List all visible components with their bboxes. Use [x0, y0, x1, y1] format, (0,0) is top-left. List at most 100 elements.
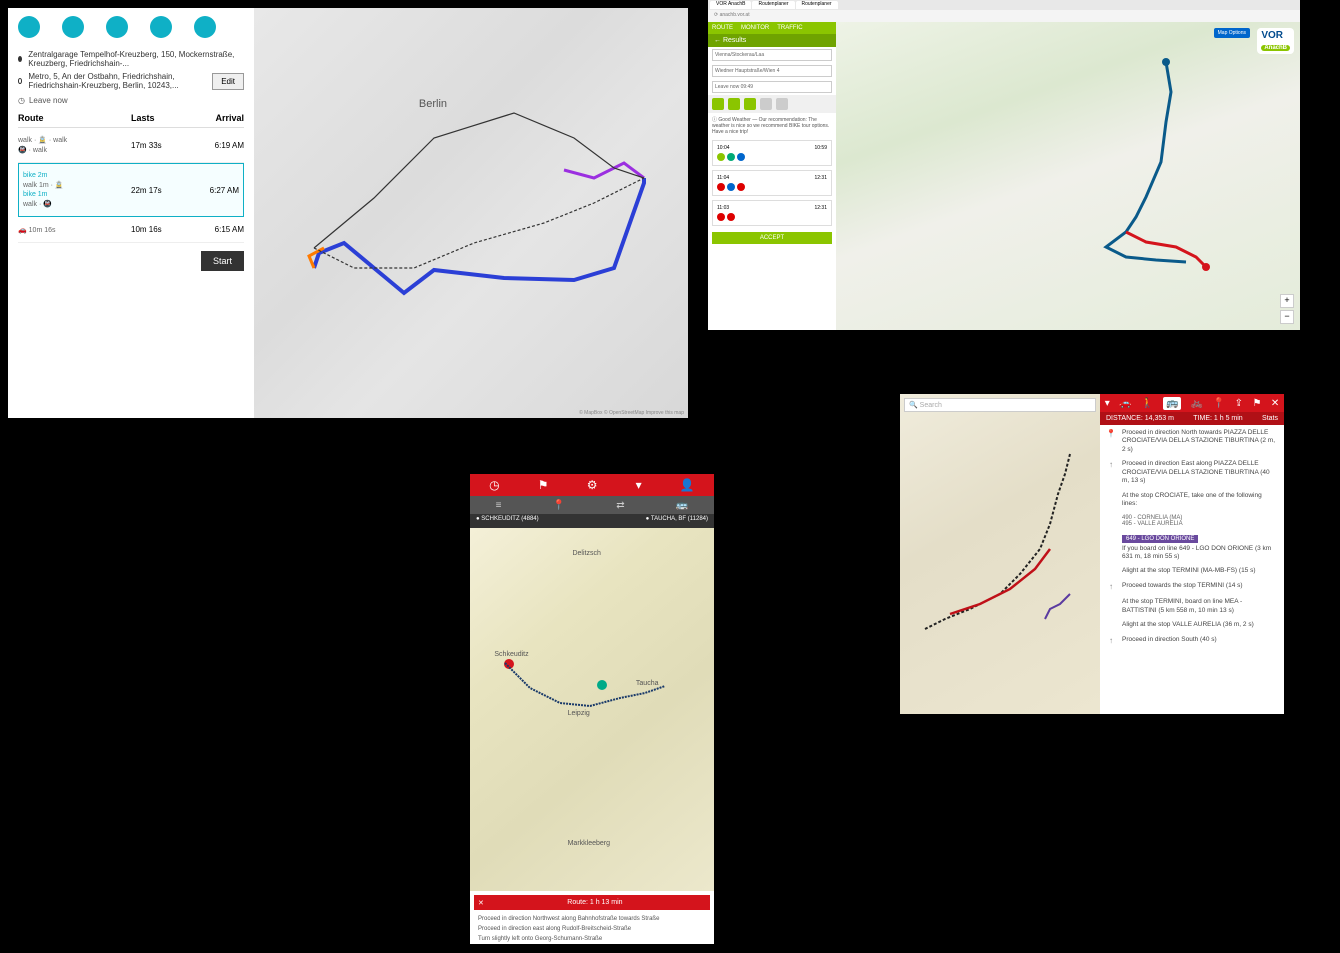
clock-icon[interactable]: ◷: [489, 478, 499, 492]
leave-now[interactable]: ◷ Leave now: [18, 96, 244, 105]
step-5: Alight at the stop TERMINI (MA-MB-FS) (1…: [1106, 567, 1278, 575]
from-label[interactable]: SCHKEUDITZ (4884): [481, 516, 538, 522]
distance-label: DISTANCE: 14,353 m: [1106, 415, 1174, 422]
mode-cloud-icon[interactable]: [62, 16, 84, 38]
user-icon[interactable]: 👤: [680, 478, 695, 492]
flag-icon[interactable]: ⚑: [538, 478, 549, 492]
p3-bottom: ✕Route: 1 h 13 min Proceed in direction …: [470, 891, 714, 944]
dest-row[interactable]: Metro, 5, An der Ostbahn, Friedrichshain…: [18, 72, 244, 90]
from-to-bar: ● SCHKEUDITZ (4884) ● TAUCHA, BF (11284): [470, 514, 714, 528]
route-summary-button[interactable]: ✕Route: 1 h 13 min: [474, 895, 710, 910]
route-option-3[interactable]: 🚗 10m 16s 10m 16s 6:15 AM: [18, 217, 244, 243]
mode-walk-icon[interactable]: [712, 98, 724, 110]
result-1[interactable]: 10:0410:59: [712, 140, 832, 166]
r1-arrival: 6:19 AM: [188, 141, 245, 150]
route-option-1[interactable]: walk · 🚊 · walk🚇 · walk 17m 33s 6:19 AM: [18, 128, 244, 163]
mode-tram-icon[interactable]: [150, 16, 172, 38]
p3-map[interactable]: Delitzsch Schkeuditz Leipzig Taucha Mark…: [470, 528, 714, 891]
browser-tabs: VOR AnachB Routenplaner Routenplaner: [708, 0, 1300, 10]
tab-traffic[interactable]: TRAFFIC: [777, 25, 802, 31]
p3-subbar: ≡ 📍 ⇄ 🚌: [470, 496, 714, 514]
bike-icon[interactable]: 🚲: [1191, 398, 1203, 409]
step-3: At the stop CROCIATE, take one of the fo…: [1106, 492, 1278, 509]
step-3: Turn slightly left onto Georg-Schumann-S…: [470, 934, 714, 944]
chevron-down-icon[interactable]: ▾: [1105, 398, 1110, 409]
arrow-up-icon: ↑: [1106, 582, 1116, 592]
arrow-up-icon: ↑: [1106, 636, 1116, 646]
url-bar[interactable]: ⟳ anachb.vor.at: [708, 10, 1300, 22]
pin-icon[interactable]: 📍: [1213, 398, 1225, 409]
step-1: 📍Proceed in direction North towards PIAZ…: [1106, 429, 1278, 454]
gear-icon[interactable]: ⚙: [587, 478, 598, 492]
p3-route-overlay: [470, 528, 714, 891]
p2-map[interactable]: VORAnachB Map Options + −: [836, 22, 1300, 330]
route-overlay: [254, 8, 688, 418]
walk-icon[interactable]: 🚶: [1141, 398, 1153, 409]
mode-bus-icon[interactable]: [106, 16, 128, 38]
r3-arrival: 6:15 AM: [188, 225, 245, 234]
step-1: Proceed in direction Northwest along Bah…: [470, 914, 714, 924]
stats-link[interactable]: Stats: [1262, 415, 1278, 422]
accept-button[interactable]: ACCEPT: [712, 232, 832, 244]
car-icon[interactable]: 🚗: [1119, 398, 1131, 409]
mode-car-icon[interactable]: [760, 98, 772, 110]
mode-selector: [708, 95, 836, 113]
start-button[interactable]: Start: [201, 251, 244, 271]
directions-list: 📍Proceed in direction North towards PIAZ…: [1100, 425, 1284, 714]
to-input[interactable]: Wiedner Hauptstraße/Wien 4: [712, 65, 832, 77]
step-7: At the stop TERMINI, board on line MEA -…: [1106, 598, 1278, 615]
route-option-2-selected[interactable]: bike 2mwalk 1m · 🚊bike 1mwalk · 🚇 22m 17…: [18, 163, 244, 217]
hdr-route: Route: [18, 113, 131, 123]
mode-pr-icon[interactable]: [776, 98, 788, 110]
r2-duration: 22m 17s: [131, 186, 185, 195]
zoom-in-button[interactable]: +: [1280, 294, 1294, 308]
share-icon[interactable]: ⇪: [1235, 398, 1243, 409]
routes-header: Route Lasts Arrival: [18, 113, 244, 128]
transit-icon-selected[interactable]: 🚌: [1163, 397, 1181, 410]
origin-row[interactable]: Zentralgarage Tempelhof-Kreuzberg, 150, …: [18, 50, 244, 68]
results-header: ← Results: [708, 34, 836, 47]
step-2: Proceed in direction east along Rudolf-B…: [470, 924, 714, 934]
list-icon[interactable]: ≡: [496, 500, 502, 511]
r1-duration: 17m 33s: [131, 141, 188, 150]
mode-camera-icon[interactable]: [194, 16, 216, 38]
browser-tab-1[interactable]: VOR AnachB: [710, 1, 751, 9]
chevron-down-icon[interactable]: ▾: [636, 478, 642, 492]
result-3[interactable]: 11:0312:31: [712, 200, 832, 226]
tab-route[interactable]: ROUTE: [712, 25, 733, 31]
pin-icon[interactable]: 📍: [553, 500, 565, 511]
flag-icon[interactable]: ⚑: [1252, 398, 1261, 409]
from-input[interactable]: Vienna/Stockerau/Laa: [712, 49, 832, 61]
step-2: ↑Proceed in direction East along PIAZZA …: [1106, 460, 1278, 485]
tab-monitor[interactable]: MONITOR: [741, 25, 769, 31]
mode-transit-icon[interactable]: [744, 98, 756, 110]
browser-tab-2[interactable]: Routenplaner: [752, 1, 794, 9]
to-label[interactable]: TAUCHA, BF (11284): [651, 516, 708, 522]
zoom-controls: + −: [1280, 294, 1294, 324]
p1-map[interactable]: Berlin © MapBox © OpenStreetMap Improve …: [254, 8, 688, 418]
panel-leipzig: ◷ ⚑ ⚙ ▾ 👤 ≡ 📍 ⇄ 🚌 ● SCHKEUDITZ (4884) ● …: [470, 474, 714, 944]
clock-icon: ◷: [18, 96, 25, 105]
map-attribution: © MapBox © OpenStreetMap Improve this ma…: [579, 410, 684, 416]
edit-button[interactable]: Edit: [212, 73, 244, 90]
step-4: If you board on line 649 - LGO DON ORION…: [1106, 545, 1278, 562]
p2-sidebar: ROUTE MONITOR TRAFFIC ← Results Vienna/S…: [708, 22, 836, 330]
origin-text: Zentralgarage Tempelhof-Kreuzberg, 150, …: [28, 50, 244, 68]
route-icon[interactable]: ⇄: [616, 500, 624, 511]
result-2[interactable]: 11:0412:31: [712, 170, 832, 196]
dest-dot-icon: [18, 78, 22, 84]
close-icon[interactable]: ✕: [1271, 398, 1279, 409]
zoom-out-button[interactable]: −: [1280, 310, 1294, 324]
mode-bar: ▾ 🚗 🚶 🚌 🚲 📍 ⇪ ⚑ ✕: [1100, 394, 1284, 412]
p4-map[interactable]: 🔍 Search: [900, 394, 1100, 714]
time-input[interactable]: Leave now 09:49: [712, 81, 832, 93]
dest-text: Metro, 5, An der Ostbahn, Friedrichshain…: [28, 72, 206, 90]
browser-tab-3[interactable]: Routenplaner: [796, 1, 838, 9]
mode-bike-icon[interactable]: [728, 98, 740, 110]
mode-walk-icon[interactable]: [18, 16, 40, 38]
leave-label: Leave now: [29, 96, 68, 105]
origin-dot-icon: [18, 56, 22, 62]
bus-icon[interactable]: 🚌: [676, 500, 688, 511]
step-9: ↑Proceed in direction South (40 s): [1106, 636, 1278, 646]
line-649-chip: 649 - LGO DON ORIONE: [1122, 535, 1198, 543]
